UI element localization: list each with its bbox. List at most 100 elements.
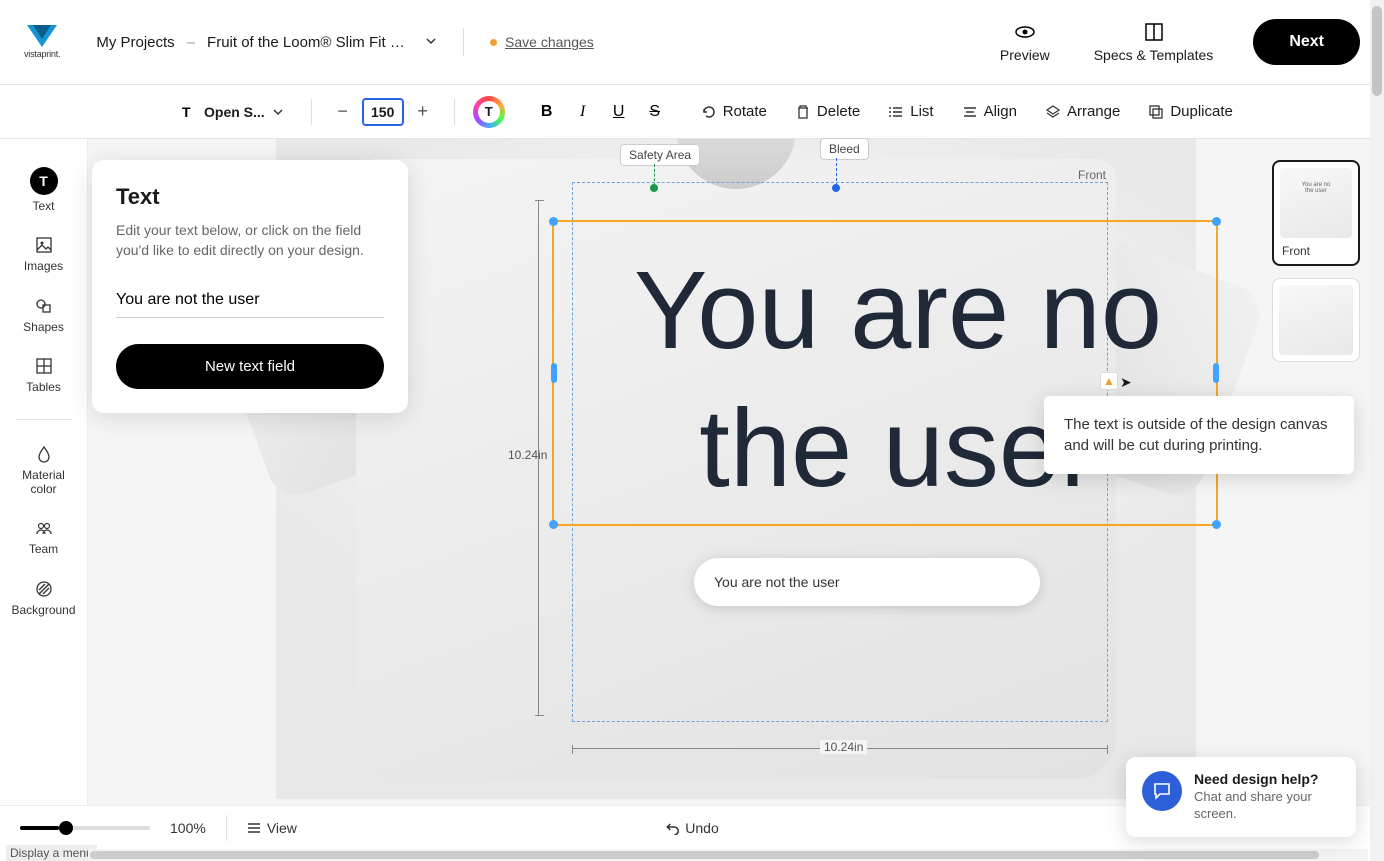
- list-button[interactable]: List: [878, 97, 943, 126]
- next-button[interactable]: Next: [1253, 19, 1360, 65]
- save-changes[interactable]: Save changes: [490, 34, 594, 50]
- logo[interactable]: vistaprint.: [24, 25, 60, 59]
- font-size-control: − +: [330, 98, 436, 126]
- text-icon: T: [30, 167, 58, 195]
- text-field-input[interactable]: [116, 283, 384, 318]
- resize-handle-ml[interactable]: [551, 363, 557, 383]
- vertical-scrollbar[interactable]: [1370, 0, 1384, 861]
- zoom-thumb[interactable]: [59, 821, 73, 835]
- scrollbar-thumb[interactable]: [90, 851, 1319, 859]
- divider: [16, 419, 72, 420]
- sidebar-item-background[interactable]: Background: [8, 571, 80, 625]
- bleed-label: Bleed: [820, 138, 869, 160]
- droplet-icon: [34, 444, 54, 464]
- resize-handle-bl[interactable]: [549, 520, 558, 529]
- arrange-button[interactable]: Arrange: [1035, 97, 1130, 126]
- thumbnail-front-label: Front: [1280, 244, 1352, 258]
- sidebar-item-team[interactable]: Team: [8, 510, 80, 564]
- text-toolbar: T Open S... − + T B I U S Rotate Delete …: [0, 85, 1384, 139]
- sidebar-item-text[interactable]: T Text: [8, 159, 80, 221]
- duplicate-button[interactable]: Duplicate: [1138, 97, 1243, 126]
- increase-size-button[interactable]: +: [410, 99, 436, 125]
- warning-badge[interactable]: ▲: [1100, 372, 1118, 390]
- thumbnail-front[interactable]: Front: [1272, 160, 1360, 266]
- resize-handle-br[interactable]: [1212, 520, 1221, 529]
- align-icon: [962, 104, 978, 120]
- preview-label: Preview: [1000, 47, 1050, 63]
- breadcrumb-product[interactable]: Fruit of the Loom® Slim Fit Wo...: [207, 34, 407, 51]
- horizontal-dimension-label: 10.24in: [820, 740, 867, 754]
- vertical-dimension-label: 10.24in: [508, 448, 547, 462]
- background-icon: [34, 579, 54, 599]
- scrollbar-thumb[interactable]: [1372, 6, 1382, 96]
- left-sidebar: T Text Images Shapes Tables Material col…: [0, 139, 88, 805]
- specs-label: Specs & Templates: [1094, 47, 1214, 63]
- horizontal-scrollbar[interactable]: [88, 849, 1368, 861]
- duplicate-icon: [1148, 104, 1164, 120]
- font-size-input[interactable]: [362, 98, 404, 126]
- text-panel-description: Edit your text below, or click on the fi…: [116, 220, 384, 261]
- sidebar-item-images[interactable]: Images: [8, 227, 80, 281]
- divider: [463, 28, 464, 56]
- front-label: Front: [1078, 168, 1106, 182]
- resize-handle-tl[interactable]: [549, 217, 558, 226]
- header: vistaprint. My Projects – Fruit of the L…: [0, 0, 1384, 85]
- rotate-icon: [701, 104, 717, 120]
- strikethrough-button[interactable]: S: [641, 98, 669, 126]
- chat-icon: [1142, 771, 1182, 811]
- inline-text-input[interactable]: You are not the user: [694, 558, 1040, 606]
- divider: [454, 99, 455, 125]
- undo-icon: [665, 821, 679, 835]
- thumbnail-front-image: [1280, 168, 1352, 238]
- thumbnail-back[interactable]: [1272, 278, 1360, 362]
- view-icon: [247, 821, 261, 835]
- chevron-down-icon[interactable]: [425, 34, 437, 51]
- sidebar-item-material-color[interactable]: Material color: [8, 436, 80, 505]
- specs-templates-button[interactable]: Specs & Templates: [1080, 21, 1228, 63]
- zoom-slider[interactable]: [20, 826, 150, 830]
- view-thumbnails: Front: [1272, 160, 1360, 362]
- decrease-size-button[interactable]: −: [330, 99, 356, 125]
- warning-tooltip: The text is outside of the design canvas…: [1044, 396, 1354, 474]
- cursor-icon: ➤: [1120, 374, 1132, 391]
- italic-button[interactable]: I: [569, 98, 597, 126]
- divider: [226, 815, 227, 841]
- image-icon: [34, 235, 54, 255]
- sidebar-item-tables[interactable]: Tables: [8, 348, 80, 402]
- help-text: Need design help? Chat and share your sc…: [1194, 771, 1340, 823]
- layers-icon: [1045, 104, 1061, 120]
- sidebar-item-shapes[interactable]: Shapes: [8, 288, 80, 342]
- table-icon: [34, 356, 54, 376]
- resize-handle-mr[interactable]: [1213, 363, 1219, 383]
- underline-button[interactable]: U: [605, 98, 633, 126]
- preview-button[interactable]: Preview: [986, 21, 1064, 63]
- breadcrumb-my-projects[interactable]: My Projects: [96, 34, 174, 51]
- text-panel-title: Text: [116, 184, 384, 210]
- text-icon: T: [180, 104, 196, 120]
- align-button[interactable]: Align: [952, 97, 1027, 126]
- text-color-icon: T: [478, 101, 500, 123]
- font-selector[interactable]: T Open S...: [170, 98, 293, 126]
- status-bar: Display a menu: [6, 845, 97, 861]
- bold-button[interactable]: B: [533, 98, 561, 126]
- text-panel: Text Edit your text below, or click on t…: [92, 160, 408, 413]
- unsaved-dot-icon: [490, 39, 497, 46]
- breadcrumb-separator: –: [187, 34, 195, 51]
- delete-button[interactable]: Delete: [785, 97, 870, 126]
- divider: [311, 99, 312, 125]
- warning-icon: ▲: [1103, 374, 1115, 388]
- undo-button[interactable]: Undo: [665, 820, 718, 836]
- new-text-field-button[interactable]: New text field: [116, 344, 384, 389]
- safety-area-label: Safety Area: [620, 144, 700, 166]
- text-color-button[interactable]: T: [473, 96, 505, 128]
- resize-handle-tr[interactable]: [1212, 217, 1221, 226]
- thumbnail-back-image: [1279, 285, 1353, 355]
- chevron-down-icon: [273, 107, 283, 117]
- templates-icon: [1143, 21, 1165, 43]
- help-widget[interactable]: Need design help? Chat and share your sc…: [1126, 757, 1356, 837]
- team-icon: [34, 518, 54, 538]
- view-button[interactable]: View: [247, 820, 297, 836]
- rotate-button[interactable]: Rotate: [691, 97, 777, 126]
- list-icon: [888, 104, 904, 120]
- save-link[interactable]: Save changes: [505, 34, 594, 50]
